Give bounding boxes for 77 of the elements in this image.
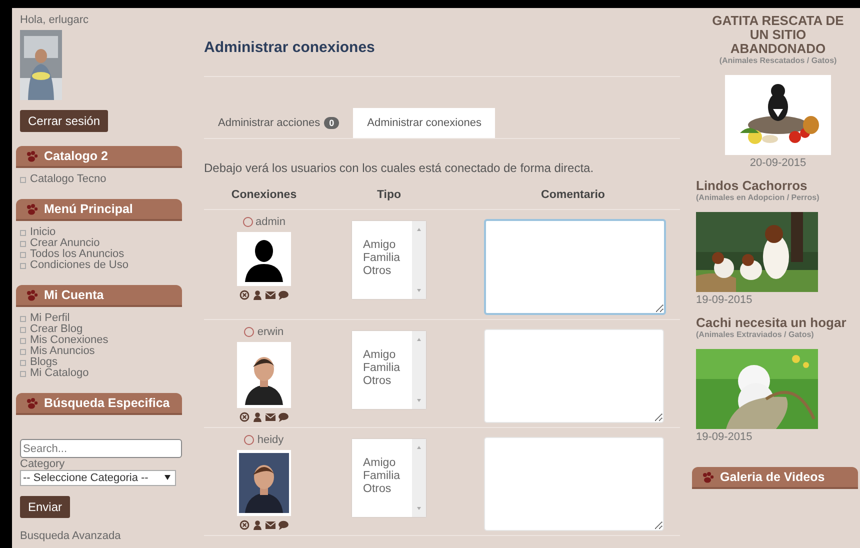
bullet-icon — [20, 176, 26, 182]
status-icon — [244, 327, 254, 337]
logout-button[interactable]: Cerrar sesión — [20, 110, 108, 132]
chat-icon[interactable] — [278, 412, 289, 422]
page-heading: Administrar conexiones — [204, 39, 680, 77]
bullet-icon — [20, 370, 26, 376]
tab[interactable]: Administrar conexiones — [353, 108, 496, 138]
section-title: Menú Principal — [44, 202, 133, 216]
mail-icon[interactable] — [265, 520, 276, 530]
user-link[interactable]: heidy — [257, 434, 284, 446]
paw-icon — [26, 398, 38, 408]
bullet-icon — [20, 326, 26, 332]
remove-icon[interactable] — [239, 412, 250, 422]
post-title[interactable]: GATITA RESCATA DE UN SITIO ABANDONADO — [708, 14, 848, 56]
user-link[interactable]: erwin — [257, 326, 284, 338]
section-title: Galeria de Videos — [720, 470, 825, 484]
menu-link[interactable]: Crear Anuncio — [30, 238, 100, 249]
status-icon — [244, 435, 254, 445]
menu-link[interactable]: Mi Perfil — [30, 313, 70, 324]
mail-icon[interactable] — [265, 290, 276, 300]
bullet-icon — [20, 252, 26, 258]
remove-icon[interactable] — [239, 290, 250, 300]
paw-icon — [26, 204, 38, 214]
field-label: Category — [20, 458, 65, 470]
column-header: Conexiones — [231, 189, 297, 201]
menu-link[interactable]: Mis Conexiones — [30, 335, 108, 346]
user-icon[interactable] — [252, 412, 263, 422]
menu-link[interactable]: Crear Blog — [30, 324, 83, 335]
column-header: Comentario — [541, 189, 605, 201]
chat-icon[interactable] — [278, 290, 289, 300]
count-badge: 0 — [324, 117, 340, 129]
menu-link[interactable]: Condiciones de Uso — [30, 260, 128, 271]
menu-link[interactable]: Mis Anuncios — [30, 346, 95, 357]
user-icon[interactable] — [252, 290, 263, 300]
chat-icon[interactable] — [278, 520, 289, 530]
column-header: Tipo — [376, 189, 402, 201]
post-category: (Animales Extraviados / Gatos) — [696, 330, 815, 339]
post-date: 19-09-2015 — [696, 294, 754, 306]
bullet-icon — [20, 360, 26, 366]
paw-icon — [26, 150, 38, 162]
menu-link[interactable]: Mi Catalogo — [30, 368, 89, 379]
bullet-icon — [20, 316, 26, 322]
menu-link[interactable]: Todos los Anuncios — [30, 249, 124, 260]
menu-link[interactable]: Inicio — [30, 227, 56, 238]
bullet-icon — [20, 348, 26, 354]
post-category: (Animales Rescatados / Gatos) — [719, 56, 837, 65]
post-title[interactable]: Lindos Cachorros — [696, 179, 860, 193]
user-link[interactable]: admin — [256, 216, 286, 228]
user-icon[interactable] — [252, 520, 263, 530]
search-field[interactable]: Search... — [20, 439, 182, 458]
paw-icon — [26, 290, 38, 300]
section-title: Mi Cuenta — [44, 288, 104, 302]
paw-icon — [702, 472, 714, 482]
section-title: Búsqueda Especifica — [44, 396, 170, 410]
mail-icon[interactable] — [265, 412, 276, 422]
advanced-search-link[interactable]: Busqueda Avanzada — [20, 530, 121, 542]
bullet-icon — [20, 230, 26, 236]
section-title: Catalogo 2 — [44, 149, 108, 163]
bullet-icon — [20, 338, 26, 344]
post-title[interactable]: Cachi necesita un hogar — [696, 316, 860, 330]
bullet-icon — [20, 262, 26, 268]
caret-icon — [162, 472, 173, 482]
status-icon — [242, 217, 253, 227]
submit-button[interactable]: Enviar — [20, 496, 70, 518]
remove-icon[interactable] — [239, 520, 250, 530]
menu-link[interactable]: Catalogo Tecno — [30, 174, 106, 185]
post-category: (Animales en Adopcion / Perros) — [696, 193, 820, 202]
comment-field[interactable] — [484, 219, 666, 315]
tab[interactable]: Administrar acciones 0 — [204, 108, 354, 138]
bullet-icon — [20, 240, 26, 246]
greeting-text: Hola, erlugarc — [20, 14, 88, 26]
description-text: Debajo verá los usuarios con los cuales está conectado de forma directa. — [204, 161, 595, 175]
post-date: 20-09-2015 — [750, 157, 806, 169]
post-date: 19-09-2015 — [696, 431, 754, 443]
category-dropdown[interactable]: -- Seleccione Categoria -- — [20, 470, 176, 486]
avatar-icon — [237, 232, 291, 286]
menu-link[interactable]: Blogs — [30, 357, 58, 368]
